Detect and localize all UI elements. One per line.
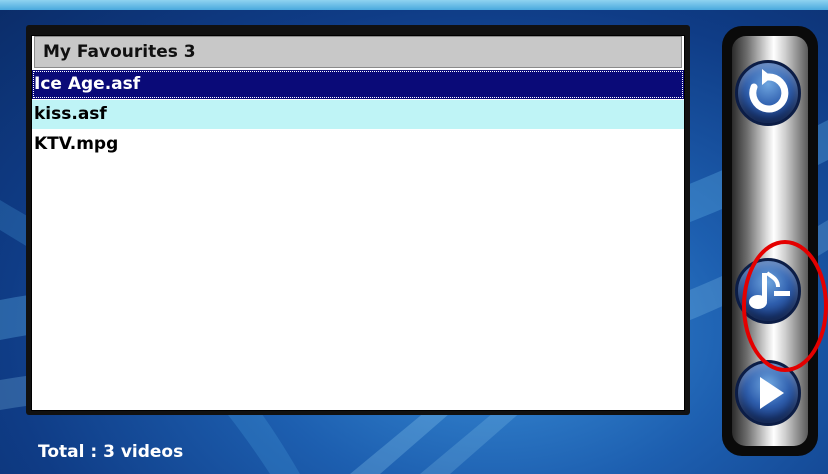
refresh-icon: [749, 69, 789, 113]
total-count-label: Total : 3 videos: [38, 442, 184, 462]
top-strip: [0, 0, 828, 10]
annotation-highlight-circle: [742, 240, 828, 372]
list-header: My Favourites 3: [34, 36, 682, 68]
play-icon: [760, 377, 784, 409]
refresh-button[interactable]: [735, 60, 801, 126]
list-item[interactable]: Ice Age.asf: [32, 70, 684, 99]
video-favourites-screen: My Favourites 3 Ice Age.asf kiss.asf KTV…: [0, 0, 828, 474]
list-item[interactable]: KTV.mpg: [32, 130, 684, 159]
list-item[interactable]: kiss.asf: [32, 100, 684, 129]
favourites-list: My Favourites 3 Ice Age.asf kiss.asf KTV…: [31, 35, 685, 411]
